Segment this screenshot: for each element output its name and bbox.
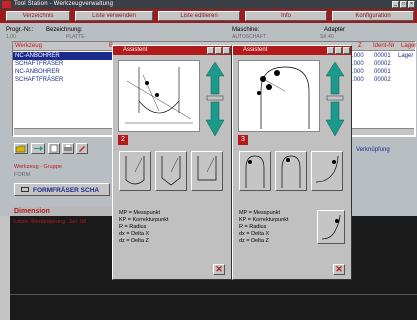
tool-shape-option-3[interactable] bbox=[191, 151, 223, 191]
tool-shape-option-1[interactable] bbox=[239, 151, 271, 191]
col-werkzeug[interactable]: Werkzeug bbox=[15, 43, 42, 49]
legend-dz: dz = Delta Z bbox=[119, 238, 149, 244]
table-cell-z: .000 bbox=[352, 61, 364, 67]
legend-dz: dz = Delta Z bbox=[239, 238, 269, 244]
tool-shape-option-2[interactable] bbox=[275, 151, 307, 191]
table-row[interactable]: NC-ANBOHRER bbox=[13, 52, 113, 60]
legend: MP = Messpunkt KP = Korrekturpunkt R = R… bbox=[119, 210, 169, 245]
close-button[interactable] bbox=[223, 47, 230, 54]
formfraser-label: FORMFRÄSER SCHA bbox=[33, 187, 100, 194]
close-button[interactable]: × bbox=[408, 1, 415, 8]
menu-konfiguration[interactable]: Konfiguration bbox=[332, 11, 414, 21]
table-cell-ident: 00002 bbox=[374, 61, 391, 67]
table-row[interactable]: NC-ANBOHRER bbox=[13, 68, 113, 76]
adjust-arrows[interactable] bbox=[203, 60, 227, 140]
table-cell-ident: 00002 bbox=[374, 77, 391, 83]
legend-dx: dx = Delta X bbox=[239, 231, 270, 237]
minimize-button[interactable]: _ bbox=[392, 1, 399, 8]
legend-dx: dx = Delta X bbox=[119, 231, 150, 237]
table-row[interactable]: SCHAFTFRÄSER bbox=[13, 60, 113, 68]
gruppe-value: FORM bbox=[14, 172, 31, 178]
dialog-titlebar: Assistent bbox=[233, 46, 351, 55]
tool-shape-option-1[interactable] bbox=[119, 151, 151, 191]
legend-mp: MP = Messpunkt bbox=[239, 210, 281, 216]
menu-liste-editieren[interactable]: Liste editieren bbox=[158, 11, 240, 21]
col-z[interactable]: Z bbox=[358, 43, 362, 49]
bezeichnung-label: Bezeichnung: bbox=[46, 27, 83, 33]
dialog-titlebar: Assistent bbox=[113, 46, 231, 55]
divider bbox=[10, 294, 417, 295]
formfraser-button[interactable]: FORMFRÄSER SCHA bbox=[14, 183, 110, 196]
app-icon bbox=[2, 1, 11, 8]
table-cell-lager: Lager bbox=[398, 53, 414, 59]
adjust-arrows[interactable] bbox=[323, 60, 347, 140]
assistant-dialog-2: Assistent 3 MP = Messpunkt KP = Korrektu… bbox=[232, 45, 352, 280]
maximize-button[interactable] bbox=[215, 47, 222, 54]
tool-shape-option-3[interactable] bbox=[311, 151, 343, 191]
arrow-right-icon[interactable] bbox=[31, 143, 45, 154]
table-cell-ident: 00001 bbox=[374, 69, 391, 75]
print-icon[interactable] bbox=[62, 143, 74, 154]
legend: MP = Messpunkt KP = Korrekturpunkt R = R… bbox=[239, 210, 289, 245]
document-icon[interactable] bbox=[48, 143, 60, 154]
tool-icon bbox=[21, 187, 29, 192]
table-cell-z: .000 bbox=[352, 53, 364, 59]
window-titlebar: Tool Station - Werkzeugverwaltung _ □ × bbox=[0, 0, 417, 9]
menu-liste-verwenden[interactable]: Liste verwenden bbox=[75, 11, 153, 21]
legend-mp: MP = Messpunkt bbox=[119, 210, 161, 216]
col-ident[interactable]: Ident-Nr bbox=[373, 43, 395, 49]
adapter-value: SK 40 bbox=[320, 34, 334, 40]
verknuepfung-label: Verknüpfung bbox=[356, 147, 390, 153]
maschine-label: Maschine: bbox=[232, 27, 260, 33]
measurement-diagram bbox=[238, 60, 320, 132]
maximize-button[interactable] bbox=[335, 47, 342, 54]
maschine-value: AUTOSCHAFT bbox=[232, 34, 266, 40]
assistant-dialog-1: Assistent 2 MP = Messpunkt KP = Korrektu… bbox=[112, 45, 232, 280]
minimize-button[interactable] bbox=[327, 47, 334, 54]
table-cell-z: .000 bbox=[352, 77, 364, 83]
dimension-header: Dimension bbox=[12, 207, 112, 216]
maximize-button[interactable]: □ bbox=[400, 1, 407, 8]
close-button[interactable] bbox=[343, 47, 350, 54]
table-cell-z: .000 bbox=[352, 69, 364, 75]
gruppe-label: Werkzeug - Gruppe bbox=[14, 164, 62, 170]
menu-bar: Verzeichnis Liste verwenden Liste editie… bbox=[0, 9, 417, 23]
close-icon[interactable]: ✕ bbox=[333, 264, 345, 275]
folder-icon[interactable] bbox=[14, 143, 28, 154]
table-cell-ident: 00001 bbox=[374, 53, 391, 59]
left-strip bbox=[0, 216, 10, 320]
step-badge: 2 bbox=[118, 135, 128, 145]
col-lager[interactable]: Lager bbox=[401, 43, 416, 49]
legend-kp: KP = Korrekturpunkt bbox=[239, 217, 289, 223]
legend-kp: KP = Korrekturpunkt bbox=[119, 217, 169, 223]
legend-r: R = Radius bbox=[119, 224, 147, 230]
close-icon[interactable]: ✕ bbox=[213, 264, 225, 275]
dialog-title: Assistent bbox=[123, 47, 148, 53]
status-text: Letzte Wertänderung: Jan. 08 bbox=[14, 219, 87, 225]
dialog-title: Assistent bbox=[243, 47, 268, 53]
edit-icon[interactable] bbox=[76, 143, 88, 154]
step-badge: 3 bbox=[238, 135, 248, 145]
dimension-label: Dimension bbox=[14, 208, 50, 215]
adapter-label: Adapter bbox=[324, 27, 346, 33]
measurement-diagram bbox=[118, 60, 200, 132]
bezeichnung-value: PLATTE bbox=[66, 34, 85, 40]
table-row[interactable]: SCHAFTFRÄSER bbox=[13, 76, 113, 84]
tool-shape-option-2[interactable] bbox=[155, 151, 187, 191]
menu-info[interactable]: Info bbox=[245, 11, 327, 21]
minimize-button[interactable] bbox=[207, 47, 214, 54]
legend-r: R = Radius bbox=[239, 224, 267, 230]
menu-verzeichnis[interactable]: Verzeichnis bbox=[6, 11, 70, 21]
prog-value: 1.00 bbox=[6, 34, 16, 40]
window-title: Tool Station - Werkzeugverwaltung bbox=[14, 1, 114, 7]
tool-shape-preview bbox=[317, 210, 345, 244]
prog-label: Progr.-Nr.: bbox=[6, 27, 34, 33]
